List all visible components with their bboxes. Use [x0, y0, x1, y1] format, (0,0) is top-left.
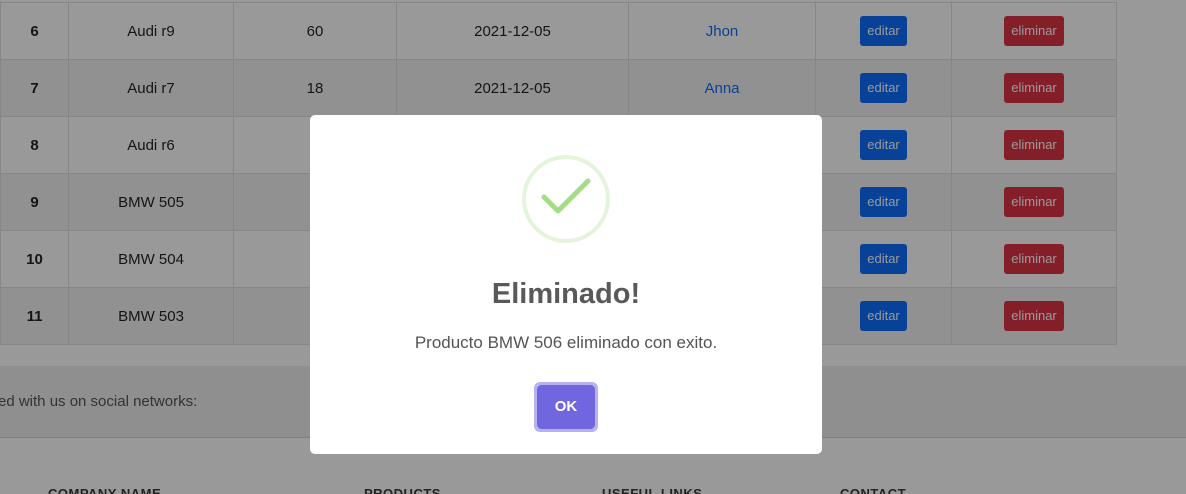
dialog-message: Producto BMW 506 eliminado con exito.: [414, 333, 718, 352]
dialog-title: Eliminado!: [491, 278, 641, 310]
success-check-icon: [522, 155, 610, 243]
success-dialog: Eliminado! Producto BMW 506 eliminado co…: [310, 115, 822, 454]
ok-button[interactable]: OK: [534, 382, 598, 432]
ok-button-label: OK: [537, 385, 595, 429]
